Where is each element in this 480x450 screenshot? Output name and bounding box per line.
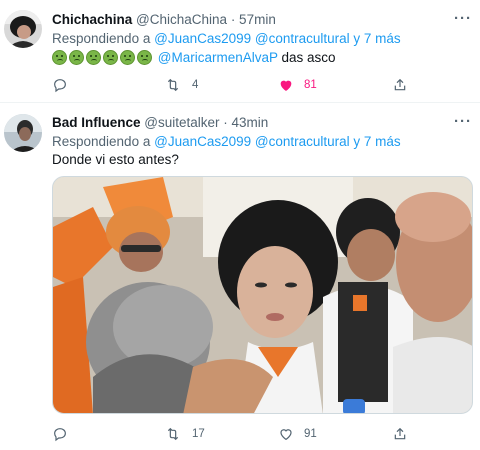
reply-more-link[interactable]: y 7 más bbox=[353, 134, 400, 149]
body-text: das asco bbox=[281, 50, 336, 65]
retweet-count: 4 bbox=[192, 79, 199, 91]
retweet-icon bbox=[167, 427, 179, 441]
retweet-button[interactable]: 4 bbox=[164, 75, 198, 95]
share-icon bbox=[394, 78, 406, 91]
like-count: 91 bbox=[304, 428, 317, 440]
like-icon bbox=[280, 80, 292, 91]
tweet-header: Chichachina @ChichaChina · 57min bbox=[52, 12, 276, 27]
user-handle[interactable]: @ChichaChina bbox=[136, 12, 227, 27]
like-icon bbox=[280, 429, 292, 441]
share-button[interactable] bbox=[392, 424, 408, 444]
tweet[interactable]: Chichachina @ChichaChina · 57min ··· Res… bbox=[0, 0, 480, 103]
like-count: 81 bbox=[304, 79, 317, 91]
retweet-icon bbox=[167, 78, 179, 92]
nauseated-face-emoji bbox=[86, 50, 101, 65]
reply-button[interactable] bbox=[52, 424, 78, 444]
nauseated-face-emoji bbox=[137, 50, 152, 65]
retweet-count: 17 bbox=[192, 428, 205, 440]
timestamp[interactable]: · 43min bbox=[223, 115, 268, 130]
reply-icon bbox=[54, 79, 66, 93]
avatar[interactable] bbox=[4, 114, 42, 152]
share-button[interactable] bbox=[392, 75, 408, 95]
reply-mention[interactable]: @JuanCas2099 bbox=[154, 134, 251, 149]
like-button[interactable]: 81 bbox=[278, 75, 317, 95]
nauseated-face-emoji bbox=[69, 50, 84, 65]
more-options-icon[interactable]: ··· bbox=[454, 113, 472, 130]
reply-mention[interactable]: @JuanCas2099 bbox=[154, 31, 251, 46]
tweet-text: @MaricarmenAlvaP das asco bbox=[52, 50, 336, 65]
reply-button[interactable] bbox=[52, 75, 78, 95]
timestamp[interactable]: · 57min bbox=[231, 12, 276, 27]
reply-icon bbox=[54, 428, 66, 442]
action-bar: 17 91 bbox=[52, 424, 412, 444]
nauseated-face-emoji bbox=[120, 50, 135, 65]
emoji-row bbox=[52, 50, 154, 65]
body-mention[interactable]: @MaricarmenAlvaP bbox=[158, 50, 278, 65]
reply-prefix: Respondiendo a bbox=[52, 31, 151, 46]
nauseated-face-emoji bbox=[52, 50, 67, 65]
reply-context: Respondiendo a @JuanCas2099 @contracultu… bbox=[52, 134, 401, 149]
display-name[interactable]: Bad Influence bbox=[52, 115, 141, 130]
more-options-icon[interactable]: ··· bbox=[454, 10, 472, 27]
reply-prefix: Respondiendo a bbox=[52, 134, 151, 149]
tweet-text: Donde vi esto antes? bbox=[52, 152, 179, 167]
tweet-photo[interactable] bbox=[52, 176, 473, 414]
reply-mention[interactable]: @contracultural bbox=[255, 134, 350, 149]
reply-mention[interactable]: @contracultural bbox=[255, 31, 350, 46]
tweet[interactable]: Bad Influence @suitetalker · 43min ··· R… bbox=[0, 104, 480, 450]
retweet-button[interactable]: 17 bbox=[164, 424, 205, 444]
tweet-header: Bad Influence @suitetalker · 43min bbox=[52, 115, 268, 130]
reply-context: Respondiendo a @JuanCas2099 @contracultu… bbox=[52, 31, 401, 46]
display-name[interactable]: Chichachina bbox=[52, 12, 132, 27]
like-button[interactable]: 91 bbox=[278, 424, 317, 444]
reply-more-link[interactable]: y 7 más bbox=[353, 31, 400, 46]
avatar[interactable] bbox=[4, 10, 42, 48]
action-bar: 4 81 bbox=[52, 75, 412, 95]
nauseated-face-emoji bbox=[103, 50, 118, 65]
share-icon bbox=[394, 427, 406, 440]
user-handle[interactable]: @suitetalker bbox=[144, 115, 219, 130]
